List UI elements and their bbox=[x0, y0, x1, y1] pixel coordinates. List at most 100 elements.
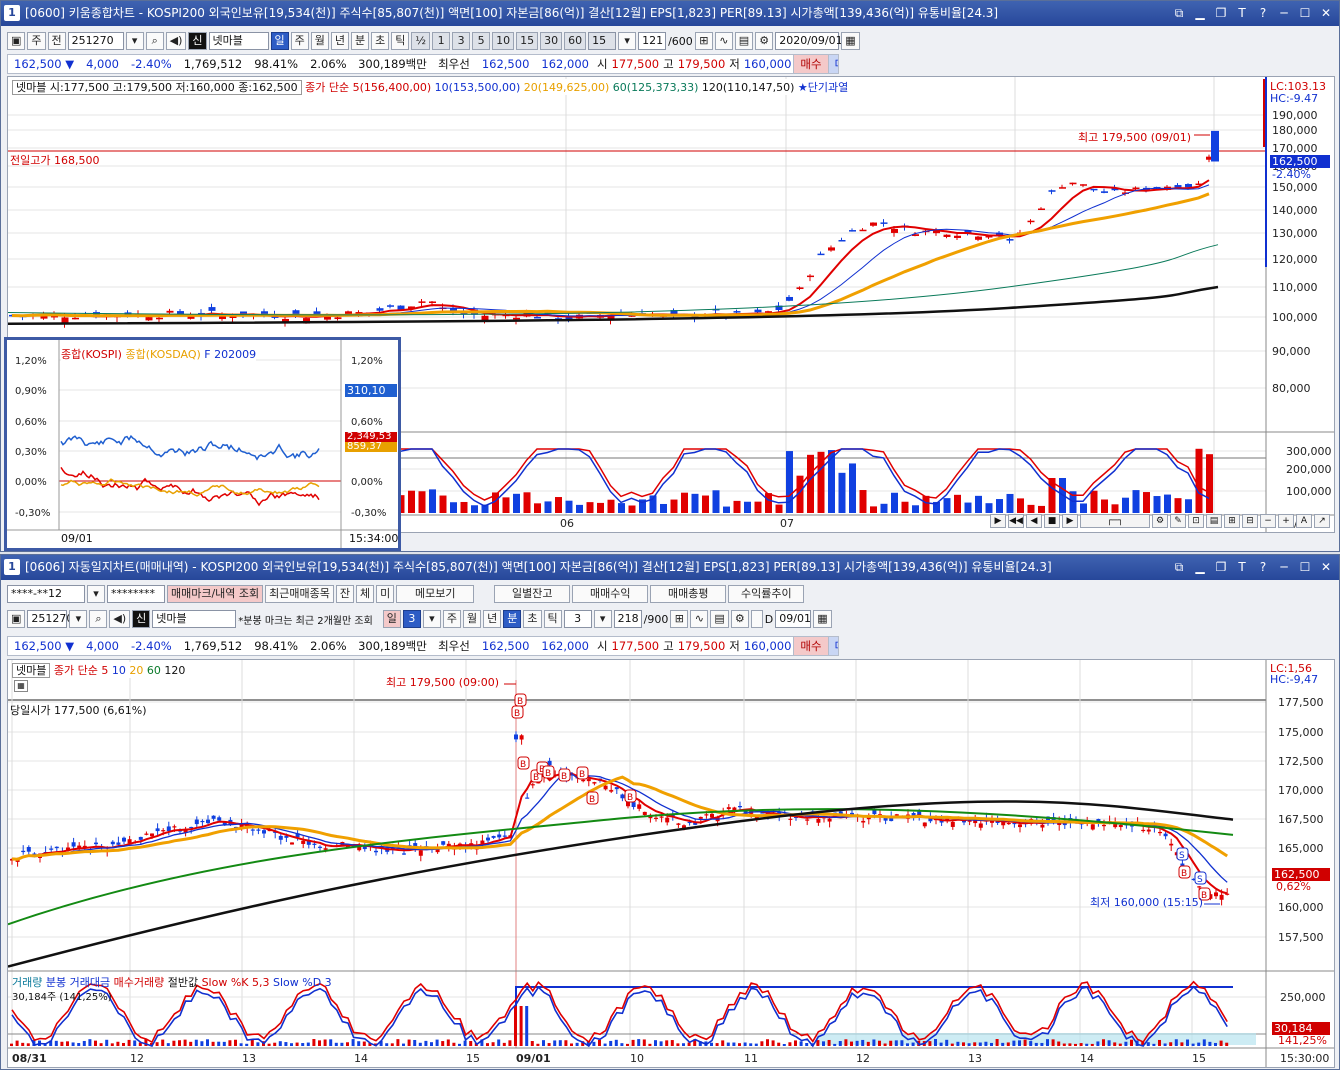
rewind-icon[interactable]: ◀◀ bbox=[1008, 514, 1024, 528]
tool3-icon[interactable]: ▤ bbox=[1206, 514, 1222, 528]
minute-interval-select[interactable]: 3 bbox=[563, 610, 592, 628]
dropdown-icon[interactable]: ▾ bbox=[422, 610, 441, 628]
zoom-out-icon[interactable]: − bbox=[1260, 514, 1276, 528]
export-icon[interactable]: ↗ bbox=[1314, 514, 1330, 528]
play-icon[interactable]: ▶ bbox=[990, 514, 1006, 528]
close-window-icon[interactable]: ✕ bbox=[1319, 1, 1333, 26]
dropdown-icon[interactable]: ▾ bbox=[618, 32, 637, 50]
stock-code-input[interactable]: 251270 bbox=[67, 32, 124, 50]
daily-balance-button[interactable]: 일별잔고 bbox=[494, 585, 571, 603]
period-week-button[interactable]: 주 bbox=[442, 610, 462, 628]
sound-icon[interactable]: ◀) bbox=[109, 610, 131, 628]
period-tick-button[interactable]: 틱 bbox=[391, 32, 410, 50]
interval-3-button[interactable]: 3 bbox=[452, 32, 471, 50]
tool2-icon[interactable]: ⊡ bbox=[1188, 514, 1204, 528]
password-input[interactable]: ******** bbox=[107, 585, 165, 603]
date-input[interactable]: 2020/09/01 bbox=[775, 32, 843, 50]
sell-button[interactable]: 매도 bbox=[827, 637, 838, 655]
calendar-icon[interactable]: ▦ bbox=[841, 32, 860, 50]
tool5-icon[interactable]: ⊟ bbox=[1242, 514, 1258, 528]
trade-profit-button[interactable]: 매매수익 bbox=[572, 585, 649, 603]
interval-15-button[interactable]: 15 bbox=[516, 32, 539, 50]
help-icon[interactable]: ? bbox=[1256, 1, 1270, 26]
dropdown-icon[interactable]: ▾ bbox=[593, 610, 612, 628]
minimize-icon[interactable]: ▁ bbox=[1193, 555, 1207, 580]
settings-icon[interactable]: ⚙ bbox=[730, 610, 749, 628]
period-year-button[interactable]: 년 bbox=[483, 610, 502, 628]
period-day-button[interactable]: 일 bbox=[382, 610, 401, 628]
tool-icon[interactable]: ✎ bbox=[1170, 514, 1186, 528]
count-input[interactable]: 121 bbox=[638, 32, 667, 50]
period-tick-button[interactable]: 틱 bbox=[543, 610, 562, 628]
interval-select[interactable]: 15 bbox=[588, 32, 617, 50]
setting-icon[interactable]: ⚙ bbox=[1152, 514, 1168, 528]
scroll-track[interactable]: ┌─┐ bbox=[1080, 514, 1150, 528]
dropdown-icon[interactable]: ▾ bbox=[125, 32, 144, 50]
period-ju-button[interactable]: 주 bbox=[27, 32, 46, 50]
zoom-in-icon[interactable]: + bbox=[1278, 514, 1294, 528]
sound-icon[interactable]: ◀) bbox=[165, 32, 187, 50]
tool4-icon[interactable]: ⊞ bbox=[1224, 514, 1240, 528]
balance-button[interactable]: 잔 bbox=[335, 585, 355, 603]
minimize-window-icon[interactable]: ─ bbox=[1277, 1, 1291, 26]
buy-button[interactable]: 매수 bbox=[793, 637, 828, 655]
help-icon[interactable]: ? bbox=[1256, 555, 1270, 580]
period-week-button[interactable]: 주 bbox=[290, 32, 309, 50]
period-year-button[interactable]: 년 bbox=[330, 32, 350, 50]
interval-1-button[interactable]: 1 bbox=[432, 32, 451, 50]
period-second-button[interactable]: 초 bbox=[371, 32, 390, 50]
stock-code-input[interactable]: 251270 bbox=[27, 610, 73, 628]
count-input[interactable]: 218 bbox=[613, 610, 642, 628]
settings-icon[interactable]: ⚙ bbox=[755, 32, 774, 50]
link-icon[interactable]: ⧉ bbox=[1172, 1, 1186, 26]
grid-icon[interactable]: ⊞ bbox=[670, 610, 689, 628]
maximize-window-icon[interactable]: ☐ bbox=[1298, 1, 1312, 26]
return-trend-button[interactable]: 수익률추이 bbox=[728, 585, 805, 603]
maximize-window-icon[interactable]: ☐ bbox=[1298, 555, 1312, 580]
restore-icon[interactable]: ❐ bbox=[1214, 1, 1228, 26]
trade-review-button[interactable]: 매매총평 bbox=[650, 585, 727, 603]
interval-30-button[interactable]: 30 bbox=[540, 32, 563, 50]
market-index-inset[interactable]: 1,20% 0,90% 0,60% 0,30% 0,00% -0,30% 1,20% 0,60… bbox=[4, 337, 401, 551]
intraday-trade-chart[interactable]: BBBBBBBBBBSBSB 177,500 175,000 172,500 170,… bbox=[7, 659, 1335, 1068]
trend-icon[interactable]: ∿ bbox=[690, 610, 709, 628]
period-minute-button[interactable]: 분 bbox=[503, 610, 522, 628]
sell-button[interactable]: 매도 bbox=[827, 55, 838, 73]
layout-icon[interactable]: ▣ bbox=[7, 610, 26, 628]
recent-stocks-button[interactable]: 최근매매종목 bbox=[265, 585, 334, 603]
pin-icon[interactable]: T bbox=[1235, 555, 1249, 580]
interval-5-button[interactable]: 5 bbox=[472, 32, 491, 50]
day-count-select[interactable]: 3 bbox=[402, 610, 421, 628]
period-month-button[interactable]: 월 bbox=[463, 610, 482, 628]
memo-button[interactable]: 메모보기 bbox=[396, 585, 475, 603]
interval-10-button[interactable]: 10 bbox=[492, 32, 515, 50]
date-input[interactable]: 09/01 bbox=[775, 610, 812, 628]
layout-icon[interactable]: ▣ bbox=[7, 32, 26, 50]
calendar-icon[interactable]: ▦ bbox=[813, 610, 832, 628]
font-icon[interactable]: A bbox=[1296, 514, 1312, 528]
unexecuted-button[interactable]: 미 bbox=[376, 585, 395, 603]
minimize-window-icon[interactable]: ─ bbox=[1277, 555, 1291, 580]
account-input[interactable]: ****-**12 bbox=[7, 585, 85, 603]
period-second-button[interactable]: 초 bbox=[523, 610, 542, 628]
dropdown-icon[interactable]: ▾ bbox=[69, 610, 88, 628]
forward-icon[interactable]: ▶ bbox=[1062, 514, 1078, 528]
back-icon[interactable]: ◀ bbox=[1026, 514, 1042, 528]
save-icon[interactable]: ▤ bbox=[710, 610, 729, 628]
all-button[interactable]: 전 bbox=[47, 32, 66, 50]
grid-icon[interactable]: ⊞ bbox=[694, 32, 713, 50]
trade-mark-query-button[interactable]: 매매마크/내역 조회 bbox=[167, 585, 264, 603]
intraday-chart-canvas[interactable]: BBBBB B B BB BSBSB 177,500175,000172,500170,… bbox=[8, 660, 1335, 1068]
period-day-button[interactable]: 일 bbox=[270, 32, 289, 50]
search-icon[interactable]: ⌕ bbox=[145, 32, 164, 50]
calendar-icon[interactable]: ▦ bbox=[14, 680, 28, 692]
minimize-icon[interactable]: ▁ bbox=[1193, 1, 1207, 26]
search-icon[interactable]: ⌕ bbox=[89, 610, 108, 628]
trend-icon[interactable]: ∿ bbox=[714, 32, 733, 50]
buy-button[interactable]: 매수 bbox=[793, 55, 828, 73]
save-icon[interactable]: ▤ bbox=[734, 32, 754, 50]
pin-icon[interactable]: T bbox=[1235, 1, 1249, 26]
period-minute-button[interactable]: 분 bbox=[351, 32, 370, 50]
interval-60-button[interactable]: 60 bbox=[564, 32, 587, 50]
link-icon[interactable]: ⧉ bbox=[1172, 555, 1186, 580]
